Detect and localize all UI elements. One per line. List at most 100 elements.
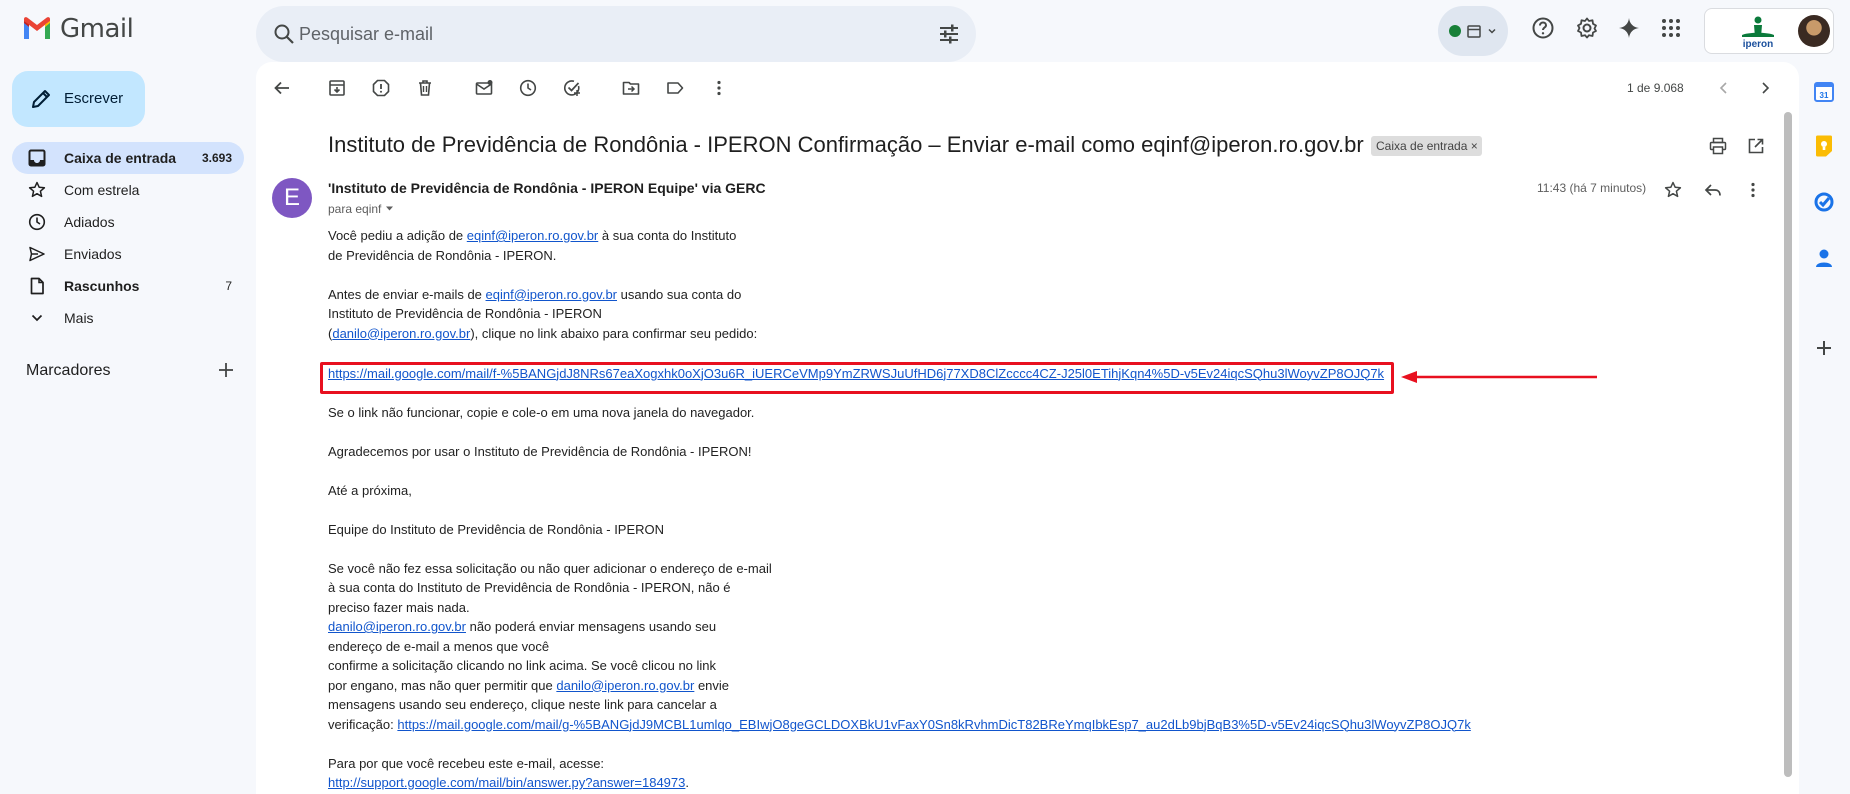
calendar-app-icon[interactable]: 31 bbox=[1812, 80, 1836, 104]
mark-unread-icon[interactable] bbox=[472, 76, 496, 100]
print-icon[interactable] bbox=[1706, 134, 1730, 158]
nav-item-inbox[interactable]: Caixa de entrada 3.693 bbox=[12, 142, 244, 174]
body-paragraph: Para por que você recebeu este e-mail, a… bbox=[328, 754, 1528, 793]
body-paragraph: Equipe do Instituto de Previdência de Ro… bbox=[328, 521, 665, 537]
keep-notes-icon[interactable] bbox=[1812, 134, 1836, 158]
gmail-m-icon bbox=[24, 17, 50, 39]
nav-item-starred[interactable]: Com estrela bbox=[12, 174, 244, 206]
recipient-label: para eqinf bbox=[328, 202, 382, 216]
label-tag-icon[interactable] bbox=[663, 76, 687, 100]
body-text: verificação: bbox=[328, 716, 398, 732]
email-link[interactable]: eqinf@iperon.ro.gov.br bbox=[486, 287, 617, 302]
org-logo-text: iperon bbox=[1743, 39, 1774, 49]
status-dot bbox=[1449, 25, 1461, 37]
star-icon bbox=[28, 181, 46, 198]
scrollbar[interactable] bbox=[1784, 112, 1792, 777]
reply-icon[interactable] bbox=[1702, 179, 1724, 201]
add-task-icon[interactable] bbox=[560, 76, 584, 100]
compose-button[interactable]: Escrever bbox=[12, 71, 145, 127]
newer-chevron-left-icon[interactable] bbox=[1712, 76, 1736, 100]
apps-grid-icon[interactable] bbox=[1658, 15, 1684, 41]
help-icon[interactable] bbox=[1530, 15, 1556, 41]
caret-down-icon[interactable] bbox=[385, 204, 394, 213]
chevron-down-icon bbox=[31, 314, 43, 322]
add-addon-icon[interactable] bbox=[1812, 336, 1836, 360]
body-text: à sua conta do Instituto bbox=[598, 228, 737, 243]
older-chevron-right-icon[interactable] bbox=[1753, 76, 1777, 100]
compose-label: Escrever bbox=[64, 90, 124, 107]
contacts-icon[interactable] bbox=[1812, 246, 1836, 270]
inbox-label-chip[interactable]: Caixa de entrada × bbox=[1371, 136, 1482, 156]
search-icon[interactable] bbox=[272, 22, 296, 51]
remove-label-icon[interactable]: × bbox=[1471, 139, 1478, 153]
search-input[interactable] bbox=[299, 6, 899, 62]
body-paragraph: Se o link não funcionar, copie e cole-o … bbox=[328, 404, 755, 420]
sender-avatar[interactable]: E bbox=[272, 178, 312, 218]
message-more-vertical-icon[interactable] bbox=[1742, 179, 1764, 201]
labels-heading: Marcadores bbox=[26, 362, 111, 379]
sender-name[interactable]: 'Instituto de Previdência de Rondônia - … bbox=[328, 180, 766, 196]
email-body: Você pediu a adição de eqinf@iperon.ro.g… bbox=[328, 226, 1528, 794]
snooze-clock-icon[interactable] bbox=[516, 76, 540, 100]
help-link[interactable]: http://support.google.com/mail/bin/answe… bbox=[328, 775, 685, 790]
body-paragraph: Você pediu a adição de eqinf@iperon.ro.g… bbox=[328, 226, 1528, 265]
back-arrow-icon[interactable] bbox=[270, 76, 294, 100]
unread-count: 3.693 bbox=[201, 151, 232, 165]
add-label-icon[interactable] bbox=[218, 362, 234, 383]
cancel-verification-link[interactable]: https://mail.google.com/mail/g-%5BANGjdJ… bbox=[397, 717, 1470, 732]
nav-item-sent[interactable]: Enviados bbox=[12, 238, 244, 270]
calendar-status-icon bbox=[1467, 25, 1481, 38]
open-new-window-icon[interactable] bbox=[1744, 134, 1768, 158]
email-link[interactable]: danilo@iperon.ro.gov.br bbox=[556, 678, 694, 693]
svg-text:31: 31 bbox=[1820, 91, 1829, 100]
settings-gear-icon[interactable] bbox=[1574, 15, 1600, 41]
email-link[interactable]: danilo@iperon.ro.gov.br bbox=[328, 619, 466, 634]
email-link[interactable]: eqinf@iperon.ro.gov.br bbox=[467, 228, 598, 243]
delete-trash-icon[interactable] bbox=[413, 76, 437, 100]
account-avatar[interactable] bbox=[1798, 15, 1830, 47]
body-paragraph: Até a próxima, bbox=[328, 482, 412, 498]
app-name: Gmail bbox=[60, 14, 134, 44]
link-highlight-box bbox=[320, 362, 1394, 394]
chevron-down-icon bbox=[1488, 28, 1496, 34]
recipient-line[interactable]: para eqinf bbox=[328, 202, 394, 216]
nav-label: Mais bbox=[64, 310, 94, 326]
clock-icon bbox=[28, 213, 46, 231]
body-text: Se você não fez essa solicitação ou não … bbox=[328, 560, 772, 576]
gemini-sparkle-icon[interactable] bbox=[1616, 15, 1642, 41]
body-text: Instituto de Previdência de Rondônia - I… bbox=[328, 306, 602, 321]
body-text: Para por que você recebeu este e-mail, a… bbox=[328, 755, 605, 771]
nav-item-more[interactable]: Mais bbox=[12, 302, 244, 334]
body-text: . bbox=[685, 775, 689, 790]
more-vertical-icon[interactable] bbox=[707, 76, 731, 100]
search-bar bbox=[256, 6, 976, 62]
annotation-arrow-icon bbox=[1401, 371, 1597, 383]
tasks-icon[interactable] bbox=[1812, 190, 1836, 214]
draft-count: 7 bbox=[225, 279, 232, 293]
chip-label: Caixa de entrada bbox=[1376, 139, 1468, 153]
body-text: não poderá enviar mensagens usando seu bbox=[465, 619, 717, 634]
body-text: de Previdência de Rondônia - IPERON. bbox=[328, 247, 557, 263]
nav-item-drafts[interactable]: Rascunhos 7 bbox=[12, 270, 244, 302]
nav-label: Com estrela bbox=[64, 182, 140, 198]
search-options-icon[interactable] bbox=[938, 23, 960, 50]
report-spam-icon[interactable] bbox=[369, 76, 393, 100]
body-text: Você pediu a adição de bbox=[328, 228, 467, 243]
body-text: Antes de enviar e-mails de bbox=[328, 286, 486, 302]
inbox-icon bbox=[28, 149, 46, 167]
body-text: ), clique no link abaixo para confirmar … bbox=[470, 325, 758, 341]
archive-icon[interactable] bbox=[325, 76, 349, 100]
nav-label: Enviados bbox=[64, 246, 122, 262]
nav-item-snoozed[interactable]: Adiados bbox=[12, 206, 244, 238]
pagination-count: 1 de 9.068 bbox=[1627, 81, 1684, 95]
email-link[interactable]: danilo@iperon.ro.gov.br bbox=[332, 326, 470, 341]
body-paragraph: Agradecemos por usar o Instituto de Prev… bbox=[328, 443, 752, 459]
body-text: mensagens usando seu endereço, clique ne… bbox=[328, 697, 717, 712]
move-to-folder-icon[interactable] bbox=[619, 76, 643, 100]
gmail-logo[interactable]: Gmail bbox=[22, 14, 134, 44]
pencil-icon bbox=[32, 90, 50, 108]
star-outline-icon[interactable] bbox=[1662, 179, 1684, 201]
body-text: usando sua conta do bbox=[617, 286, 742, 302]
email-subject: Instituto de Previdência de Rondônia - I… bbox=[328, 132, 1364, 157]
status-selector[interactable] bbox=[1438, 6, 1508, 56]
